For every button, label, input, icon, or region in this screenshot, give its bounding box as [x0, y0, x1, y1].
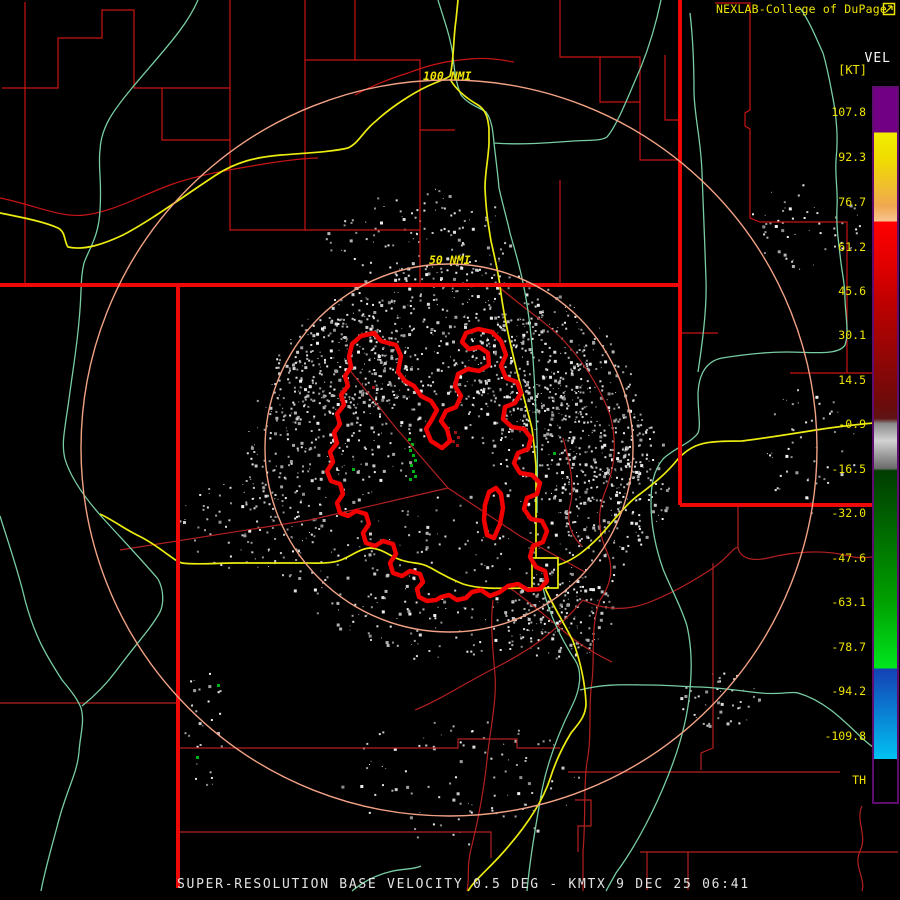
colorbar-label: 107.8	[831, 105, 866, 119]
range-ring-50nmi-label: 50 NMI	[429, 253, 471, 267]
colorbar-label: -16.5	[831, 462, 866, 476]
radar-map-canvas[interactable]	[0, 0, 900, 900]
highways	[0, 0, 899, 892]
county-borders-south	[0, 284, 899, 892]
velocity-color-gradient	[874, 88, 897, 802]
colorbar-label: TH	[852, 773, 866, 787]
product-unit-label: VEL	[864, 51, 891, 66]
brand-logo-icon	[882, 2, 896, 16]
county-borders	[0, 0, 877, 374]
colorbar-label: -109.8	[824, 729, 866, 743]
colorbar-label: -63.1	[831, 595, 866, 609]
velocity-color-scale	[872, 86, 899, 804]
colorbar-label: 45.6	[838, 284, 866, 298]
colorbar-label: -78.7	[831, 640, 866, 654]
colorbar-label: 61.2	[838, 240, 866, 254]
colorbar-label: 14.5	[838, 373, 866, 387]
rivers	[0, 0, 899, 892]
colorbar-label: 76.7	[838, 195, 866, 209]
colorbar-label: 92.3	[838, 150, 866, 164]
product-unit-bracket: [KT]	[838, 63, 867, 77]
brand-text: NEXLAB-College of DuPage	[716, 2, 887, 16]
colorbar-label: 30.1	[838, 328, 866, 342]
colorbar-label: -32.0	[831, 506, 866, 520]
radar-display: NEXLAB-College of DuPage VEL [KT] 100 NM…	[0, 0, 900, 900]
colorbar-label: -47.6	[831, 551, 866, 565]
colorbar-label: -0.9	[838, 417, 866, 431]
colorbar-label: -94.2	[831, 684, 866, 698]
range-ring-100nmi-label: 100 NMI	[423, 69, 472, 83]
product-title-bar: SUPER-RESOLUTION BASE VELOCITY 0.5 DEG -…	[177, 877, 750, 892]
